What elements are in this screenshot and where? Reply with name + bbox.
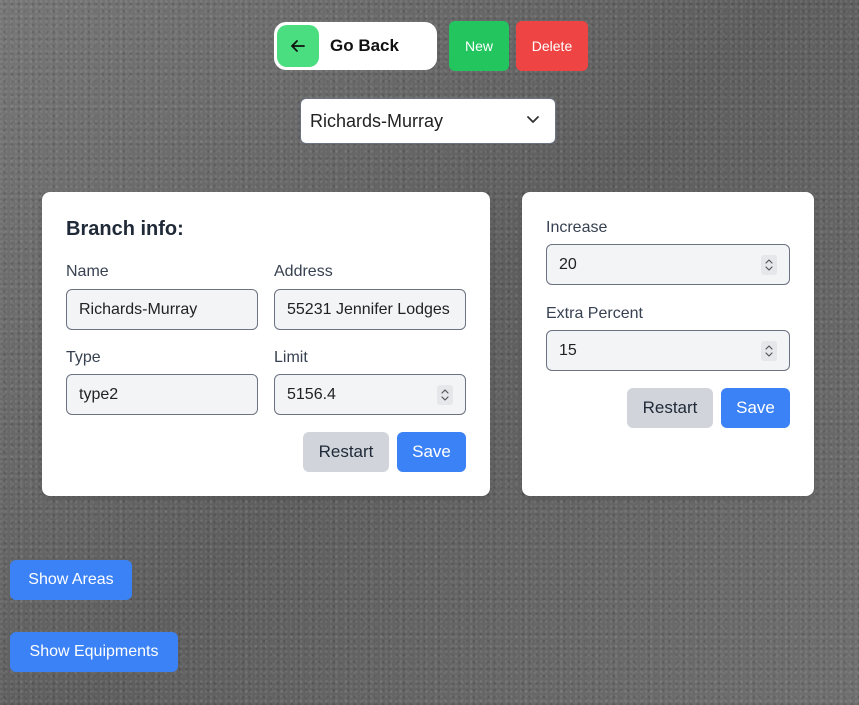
address-value: 55231 Jennifer Lodges — [287, 300, 450, 318]
extra-percent-label: Extra Percent — [546, 305, 643, 322]
go-back-label: Go Back — [330, 36, 399, 55]
branch-restart-button[interactable]: Restart — [303, 432, 389, 472]
branch-info-title: Branch info: — [66, 218, 184, 240]
branch-save-button[interactable]: Save — [397, 432, 466, 472]
type-field[interactable]: type2 — [66, 374, 258, 415]
limit-value: 5156.4 — [287, 385, 336, 403]
type-label: Type — [66, 349, 101, 366]
arrow-left-icon — [277, 25, 319, 67]
extra-percent-field[interactable]: 15 — [546, 330, 790, 371]
show-equipments-button[interactable]: Show Equipments — [10, 632, 178, 672]
address-label: Address — [274, 263, 333, 280]
branch-select[interactable]: Richards-Murray — [300, 98, 556, 144]
go-back-button[interactable]: Go Back — [274, 22, 437, 70]
name-field[interactable]: Richards-Murray — [66, 289, 258, 330]
show-areas-button[interactable]: Show Areas — [10, 560, 132, 600]
type-value: type2 — [79, 385, 119, 403]
increase-value: 20 — [559, 255, 577, 273]
new-button[interactable]: New — [449, 21, 509, 71]
chevron-down-icon — [525, 111, 541, 132]
spinner-icon[interactable] — [761, 340, 777, 361]
delete-button[interactable]: Delete — [516, 21, 588, 71]
increase-save-button[interactable]: Save — [721, 388, 790, 428]
name-label: Name — [66, 263, 109, 280]
increase-card: Increase 20 Extra Percent 15 Restart Sav… — [522, 192, 814, 496]
address-field[interactable]: 55231 Jennifer Lodges — [274, 289, 466, 330]
increase-label: Increase — [546, 219, 608, 236]
extra-percent-value: 15 — [559, 341, 577, 359]
branch-info-card: Branch info: Name Richards-Murray Addres… — [42, 192, 490, 496]
branch-select-value: Richards-Murray — [310, 110, 444, 131]
limit-label: Limit — [274, 349, 308, 366]
name-value: Richards-Murray — [79, 300, 198, 318]
spinner-icon[interactable] — [437, 384, 453, 405]
spinner-icon[interactable] — [761, 254, 777, 275]
increase-field[interactable]: 20 — [546, 244, 790, 285]
increase-restart-button[interactable]: Restart — [627, 388, 713, 428]
limit-field[interactable]: 5156.4 — [274, 374, 466, 415]
